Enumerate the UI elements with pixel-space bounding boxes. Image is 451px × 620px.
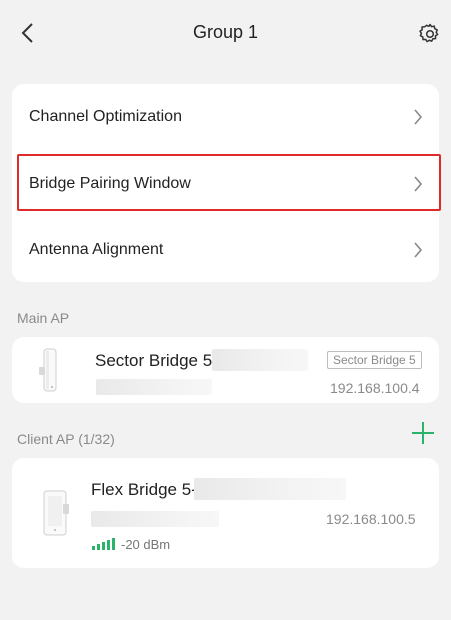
redacted-name-bar bbox=[212, 349, 308, 371]
client-ap-section-label: Client AP (1/32) bbox=[17, 431, 115, 447]
chevron-right-icon bbox=[414, 176, 423, 192]
menu-item-label: Channel Optimization bbox=[29, 108, 182, 125]
redacted-serial-bar bbox=[91, 511, 219, 527]
chevron-right-icon bbox=[414, 109, 423, 125]
client-ap-card[interactable]: Flex Bridge 5- 192.168.100.5 bbox=[12, 458, 439, 568]
main-ap-name: Sector Bridge 5- bbox=[95, 351, 218, 370]
redacted-serial-bar bbox=[96, 379, 212, 395]
gear-icon bbox=[419, 23, 439, 43]
device-model-tag: Sector Bridge 5 bbox=[327, 351, 422, 369]
chevron-right-icon bbox=[414, 242, 423, 258]
settings-button[interactable] bbox=[416, 20, 444, 48]
plus-icon[interactable] bbox=[410, 420, 436, 446]
header-bar: Group 1 bbox=[0, 0, 451, 68]
menu-item-antenna-alignment[interactable]: Antenna Alignment bbox=[12, 217, 439, 283]
flex-bridge-device-icon bbox=[43, 490, 69, 536]
main-ap-card[interactable]: Sector Bridge 5- Sector Bridge 5 192.168… bbox=[12, 337, 439, 403]
page-title: Group 1 bbox=[192, 22, 259, 42]
client-ap-ip: 192.168.100.5 bbox=[326, 511, 416, 527]
main-ap-ip: 192.168.100.4 bbox=[330, 380, 420, 396]
redacted-name-bar bbox=[194, 478, 346, 500]
client-ap-name: Flex Bridge 5- bbox=[91, 480, 197, 499]
menu-item-label: Bridge Pairing Window bbox=[29, 175, 191, 192]
menu-item-bridge-pairing-window[interactable]: Bridge Pairing Window bbox=[12, 151, 439, 217]
menu-item-channel-optimization[interactable]: Channel Optimization bbox=[12, 84, 439, 150]
main-ap-section-label: Main AP bbox=[17, 310, 70, 326]
menu-item-label: Antenna Alignment bbox=[29, 241, 164, 258]
signal-strength-icon bbox=[92, 538, 115, 550]
signal-strength-value: -20 dBm bbox=[121, 537, 171, 552]
sector-bridge-device-icon bbox=[39, 348, 57, 392]
menu-card: Channel Optimization Bridge Pairing Wind… bbox=[12, 84, 439, 282]
